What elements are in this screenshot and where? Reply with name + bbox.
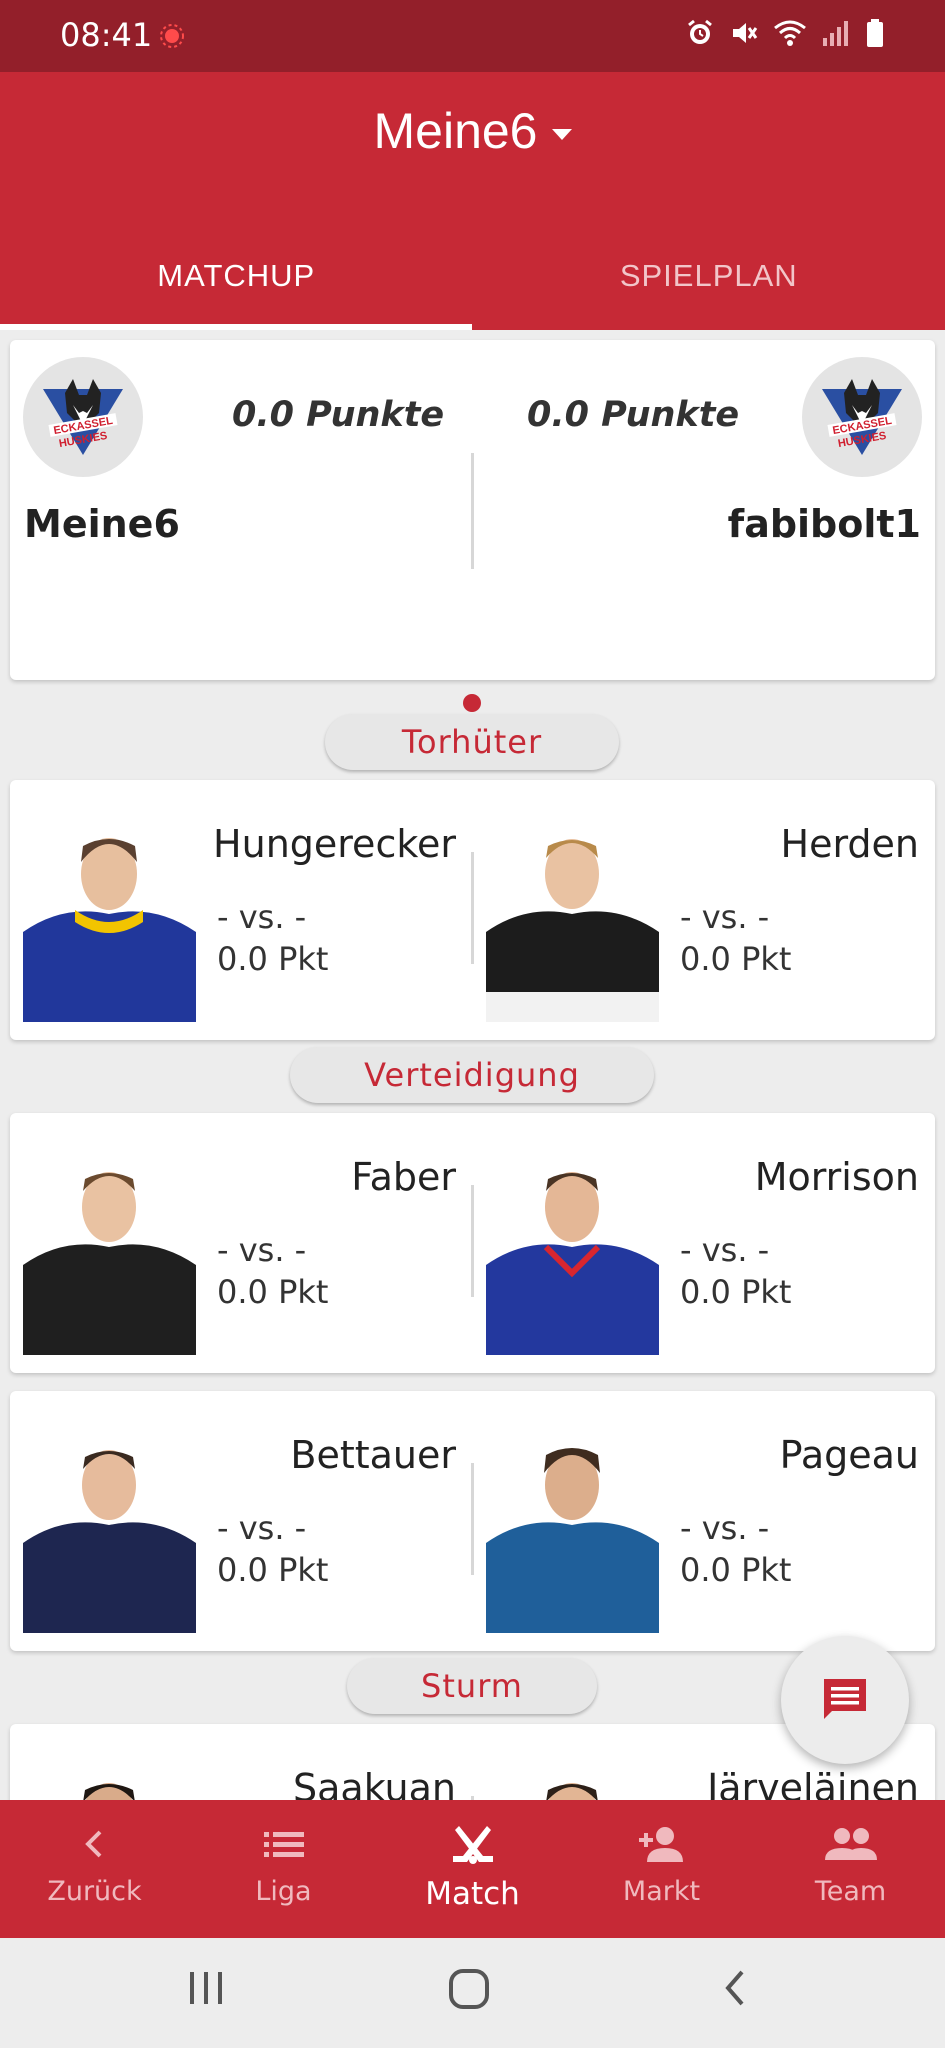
app-bar: Meine6 MATCHUP SPIELPLAN <box>0 72 945 330</box>
player-matchup-row[interactable]: Faber - vs. - 0.0 Pkt Morrison - vs. - 0… <box>10 1113 935 1373</box>
tab-bar: MATCHUP SPIELPLAN <box>0 242 945 330</box>
team-name-left: Meine6 <box>24 502 180 546</box>
back-icon[interactable] <box>716 1968 756 2008</box>
ec-kassel-huskies-logo: ECKASSEL HUSKIES <box>43 379 123 455</box>
player-left[interactable]: Faber - vs. - 0.0 Pkt <box>10 1113 472 1373</box>
player-points: 0.0 Pkt <box>680 1551 792 1589</box>
player-matchup-row[interactable]: Hungerecker - vs. - 0.0 Pkt Herden - vs.… <box>10 780 935 1040</box>
bottom-nav: Zurück Liga Match Markt Team <box>0 1800 945 1938</box>
player-left[interactable]: Hungerecker - vs. - 0.0 Pkt <box>10 780 472 1040</box>
player-name: Pageau <box>779 1433 919 1477</box>
matchup-divider <box>471 453 474 569</box>
player-photo <box>23 1155 196 1355</box>
section-goalie: Torhüter <box>325 714 619 770</box>
system-nav-bar <box>0 1938 945 2048</box>
player-points: 0.0 Pkt <box>217 1273 329 1311</box>
nav-team[interactable]: Team <box>756 1800 945 1938</box>
chat-fab-button[interactable] <box>781 1636 909 1764</box>
chevron-left-icon <box>84 1830 101 1858</box>
player-photo <box>486 822 659 1022</box>
player-name: Bettauer <box>290 1433 456 1477</box>
caret-down-icon <box>551 128 572 140</box>
group-icon <box>824 1828 877 1860</box>
mute-icon <box>733 23 758 43</box>
player-opponent: - vs. - <box>680 898 770 936</box>
ec-kassel-huskies-logo: ECKASSEL HUSKIES <box>822 379 902 455</box>
player-opponent: - vs. - <box>680 1231 770 1269</box>
player-name: Morrison <box>754 1155 919 1199</box>
status-bar: 08:41 <box>0 0 945 72</box>
nav-back[interactable]: Zurück <box>0 1800 189 1938</box>
player-opponent: - vs. - <box>680 1509 770 1547</box>
page-title: Meine6 <box>373 103 538 159</box>
player-name: Hungerecker <box>213 822 456 866</box>
points-left: 0.0 Punkte <box>232 395 445 435</box>
player-right[interactable]: Pageau - vs. - 0.0 Pkt <box>473 1391 935 1651</box>
page-indicator-dot <box>463 694 481 712</box>
player-photo <box>23 822 196 1022</box>
player-opponent: - vs. - <box>217 1509 307 1547</box>
chat-icon <box>824 1679 866 1719</box>
player-name: Faber <box>351 1155 456 1199</box>
team-logo-right: ECKASSEL HUSKIES <box>802 357 922 477</box>
player-opponent: - vs. - <box>217 898 307 936</box>
player-points: 0.0 Pkt <box>680 940 792 978</box>
home-icon[interactable] <box>448 1968 490 2010</box>
player-photo <box>486 1155 659 1355</box>
player-photo <box>23 1433 196 1633</box>
player-left[interactable]: Bettauer - vs. - 0.0 Pkt <box>10 1391 472 1651</box>
player-name: Herden <box>780 822 920 866</box>
list-icon <box>263 1832 304 1857</box>
points-right: 0.0 Punkte <box>527 395 740 435</box>
team-logo-left: ECKASSEL HUSKIES <box>23 357 143 477</box>
hockey-sticks-icon <box>452 1826 493 1864</box>
player-right[interactable]: Herden - vs. - 0.0 Pkt <box>473 780 935 1040</box>
nav-liga[interactable]: Liga <box>189 1800 378 1938</box>
nav-match[interactable]: Match <box>378 1800 567 1938</box>
player-opponent: - vs. - <box>217 1231 307 1269</box>
person-add-icon <box>638 1827 683 1862</box>
recent-apps-icon[interactable] <box>186 1968 226 2008</box>
tab-indicator <box>0 324 472 330</box>
section-defense: Verteidigung <box>290 1047 654 1103</box>
signal-icon <box>823 21 848 46</box>
team-name-right: fabibolt1 <box>727 502 921 546</box>
nav-markt[interactable]: Markt <box>567 1800 756 1938</box>
status-time: 08:41 <box>60 16 153 54</box>
section-forward: Sturm <box>347 1658 597 1714</box>
player-matchup-row[interactable]: Bettauer - vs. - 0.0 Pkt Pageau - vs. - … <box>10 1391 935 1651</box>
player-photo <box>486 1433 659 1633</box>
league-selector[interactable]: Meine6 <box>0 102 945 160</box>
player-points: 0.0 Pkt <box>217 940 329 978</box>
matchup-card: ECKASSEL HUSKIES 0.0 Punkte 0.0 Punkte E… <box>10 340 935 680</box>
player-right[interactable]: Morrison - vs. - 0.0 Pkt <box>473 1113 935 1373</box>
tab-matchup[interactable]: MATCHUP <box>0 242 473 330</box>
player-points: 0.0 Pkt <box>680 1273 792 1311</box>
wifi-icon <box>774 20 806 46</box>
recording-icon <box>160 24 184 48</box>
tab-spielplan[interactable]: SPIELPLAN <box>473 242 945 330</box>
alarm-icon <box>688 19 712 44</box>
battery-icon <box>867 19 883 47</box>
player-points: 0.0 Pkt <box>217 1551 329 1589</box>
